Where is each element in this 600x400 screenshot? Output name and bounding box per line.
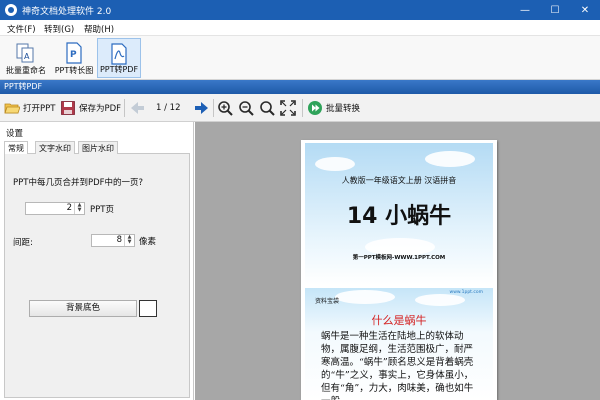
save-icon: [61, 101, 75, 115]
slide-thumbnail: 人教版一年级语文上册 汉语拼音 14 小蜗牛 第一PPT模板网-WWW.1PPT…: [305, 143, 493, 285]
slide-body: 蜗牛是一种生活在陆地上的软体动物，属腹足纲，生活范围极广，耐严寒高温。“蜗牛”顾…: [321, 331, 474, 400]
play-circle-icon: [308, 101, 322, 115]
spin-arrows-icon[interactable]: ▲ ▼: [74, 203, 84, 214]
tab-image-watermark[interactable]: 图片水印: [78, 141, 118, 154]
spacing-label: 间距:: [13, 238, 33, 248]
zoom-in-icon: [218, 101, 233, 116]
save-pdf-label: 保存为PDF: [79, 104, 122, 114]
slide-watermark: www.1ppt.com: [449, 290, 483, 295]
pages-unit-label: PPT页: [90, 205, 114, 215]
slide-site: 第一PPT模板网-WWW.1PPT.COM: [352, 255, 446, 261]
ribbon: A 批量重命名 P PPT转长图 PPT转PDF: [0, 36, 600, 80]
spin-arrows-icon[interactable]: ▲ ▼: [124, 235, 134, 246]
menu-help[interactable]: 帮助(H): [84, 23, 114, 35]
page-indicator: 1 / 12: [156, 103, 181, 113]
slide-subtitle: 人教版一年级语文上册 汉语拼音: [341, 176, 457, 185]
svg-text:P: P: [70, 50, 77, 60]
next-page-button[interactable]: [193, 99, 212, 117]
cloud-decoration: [335, 290, 395, 304]
toolbar-divider: [213, 99, 214, 117]
spacing-value: 8: [116, 235, 122, 245]
ppt-to-pdf-icon: [111, 43, 127, 65]
pdf-page-preview: 人教版一年级语文上册 汉语拼音 14 小蜗牛 第一PPT模板网-WWW.1PPT…: [301, 140, 497, 400]
app-logo-icon: [5, 4, 17, 16]
preview-area: 人教版一年级语文上册 汉语拼音 14 小蜗牛 第一PPT模板网-WWW.1PPT…: [195, 122, 600, 400]
toolbar-divider: [124, 99, 125, 117]
slide-title: 14 小蜗牛: [346, 204, 452, 229]
ppt-to-pdf-label: PPT转PDF: [99, 65, 139, 74]
menu-bar: 文件(F) 转到(G) 帮助(H): [0, 20, 600, 36]
minimize-button[interactable]: —: [510, 0, 540, 20]
settings-panel: 设置 常规 文字水印 图片水印 PPT中每几页合并到PDF中的一页? 2 ▲ ▼ …: [0, 122, 194, 400]
cloud-decoration: [425, 151, 475, 167]
maximize-button[interactable]: ☐: [540, 0, 570, 20]
tab-content: PPT中每几页合并到PDF中的一页? 2 ▲ ▼ PPT页 间距: 8 ▲ ▼ 像素…: [4, 154, 190, 398]
close-button[interactable]: ✕: [570, 0, 600, 20]
tab-text-watermark[interactable]: 文字水印: [35, 141, 75, 154]
open-ppt-button[interactable]: 打开PPT: [4, 99, 55, 117]
menu-goto[interactable]: 转到(G): [44, 23, 74, 35]
save-pdf-button[interactable]: 保存为PDF: [60, 99, 121, 117]
slide-thumbnail: 资料宝袋 www.1ppt.com 什么是蜗牛 蜗牛是一种生活在陆地上的软体动物…: [305, 288, 493, 400]
zoom-in-button[interactable]: [217, 99, 236, 117]
fullscreen-button[interactable]: [280, 99, 299, 117]
settings-title: 设置: [6, 129, 24, 139]
pages-per-sheet-value: 2: [66, 203, 72, 213]
menu-file[interactable]: 文件(F): [7, 23, 36, 35]
spacing-stepper[interactable]: 8 ▲ ▼: [91, 234, 135, 247]
prev-page-button[interactable]: [130, 99, 149, 117]
svg-text:A: A: [24, 52, 30, 61]
batch-convert-button[interactable]: 批量转换: [307, 99, 360, 117]
panel-header: PPT转PDF: [0, 80, 600, 94]
batch-rename-label: 批量重命名: [6, 66, 46, 75]
toolbar-divider: [302, 99, 303, 117]
batch-convert-label: 批量转换: [326, 104, 361, 114]
window-title: 神奇文档处理软件 2.0: [22, 7, 112, 17]
spacing-unit-label: 像素: [139, 237, 157, 247]
toolbar: 打开PPT 保存为PDF 1 / 12 批量转换: [0, 94, 600, 122]
tab-general[interactable]: 常规: [4, 141, 28, 155]
cloud-decoration: [315, 157, 355, 171]
title-bar: 神奇文档处理软件 2.0 — ☐ ✕: [0, 0, 600, 20]
batch-rename-button[interactable]: A 批量重命名: [3, 38, 49, 78]
arrow-right-icon: [195, 102, 208, 114]
zoom-out-icon: [239, 101, 254, 116]
slide-tag: 资料宝袋: [315, 298, 340, 305]
ppt-to-pdf-button[interactable]: PPT转PDF: [97, 38, 141, 78]
color-swatch[interactable]: [139, 300, 157, 317]
open-ppt-label: 打开PPT: [23, 104, 56, 114]
cloud-decoration: [415, 294, 465, 306]
zoom-out-button[interactable]: [238, 99, 257, 117]
ppt-to-image-button[interactable]: P PPT转长图: [52, 38, 96, 78]
folder-open-icon: [4, 103, 20, 114]
settings-tabs: 常规 文字水印 图片水印: [4, 141, 190, 155]
zoom-fit-button[interactable]: [259, 99, 278, 117]
batch-rename-icon: A: [16, 43, 34, 63]
magnifier-icon: [260, 101, 275, 116]
ppt-to-image-label: PPT转长图: [54, 66, 94, 75]
ppt-to-image-icon: P: [66, 42, 82, 64]
background-color-button[interactable]: 背景底色: [29, 300, 137, 317]
arrow-left-icon: [131, 102, 144, 114]
merge-pages-question: PPT中每几页合并到PDF中的一页?: [13, 178, 144, 188]
pages-per-sheet-stepper[interactable]: 2 ▲ ▼: [25, 202, 85, 215]
slide-heading: 什么是蜗牛: [371, 314, 427, 327]
expand-icon: [280, 100, 296, 116]
